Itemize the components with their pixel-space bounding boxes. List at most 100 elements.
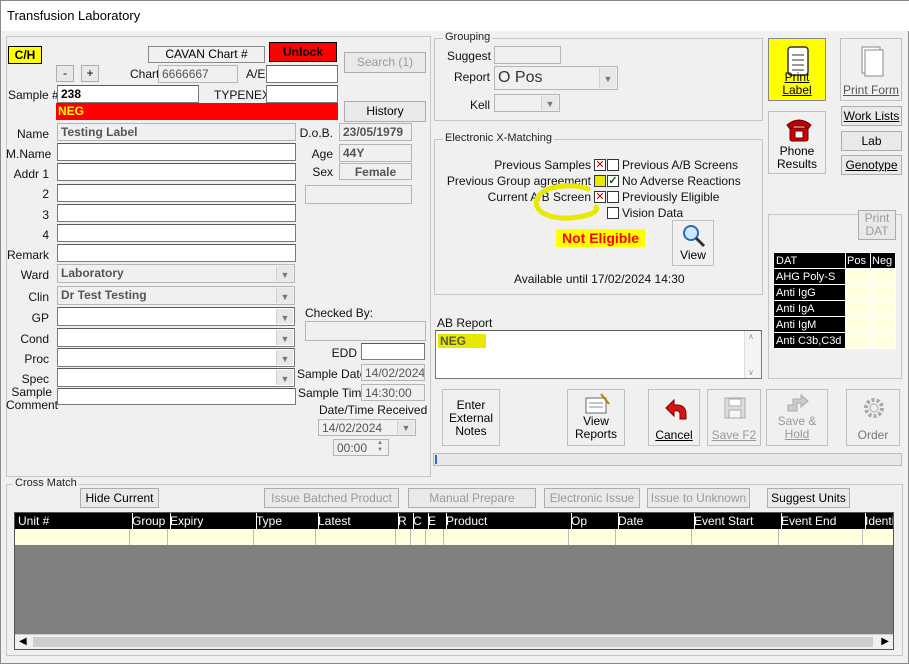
- clin-select[interactable]: Dr Test Testing ▼: [57, 286, 295, 305]
- order-button[interactable]: Order: [846, 389, 900, 446]
- sample-date-field[interactable]: 14/02/2024: [361, 364, 425, 381]
- scroll-left-icon[interactable]: ◀: [19, 636, 27, 647]
- cancel-button[interactable]: Cancel: [648, 389, 700, 446]
- cond-select[interactable]: ▼: [57, 328, 295, 347]
- addr3-label: 3: [42, 208, 49, 222]
- issue-batched-product-button[interactable]: Issue Batched Product: [264, 488, 399, 508]
- dat-pos-cell[interactable]: [845, 268, 871, 285]
- chevron-down-icon: ▼: [276, 330, 293, 345]
- edd-field[interactable]: [361, 343, 425, 360]
- typenex-field[interactable]: [266, 85, 338, 103]
- ae-field[interactable]: [266, 65, 338, 83]
- crossmatch-grid[interactable]: Unit # Group Expiry Type Latest R C E Pr…: [14, 512, 894, 650]
- remark-field[interactable]: [57, 244, 296, 262]
- column-header[interactable]: Product: [443, 513, 572, 529]
- checked-by-field[interactable]: [305, 321, 426, 341]
- ab-report-textarea[interactable]: NEG ∧ ∨: [435, 330, 762, 379]
- received-time-spinner[interactable]: 00:00 ▲ ▼: [333, 439, 389, 456]
- table-row[interactable]: [15, 529, 893, 545]
- dat-row: Anti IgA: [773, 300, 896, 317]
- unlock-button[interactable]: Unlock: [269, 42, 337, 62]
- dat-row-label: Anti IgM: [773, 316, 846, 333]
- scroll-right-icon[interactable]: ▶: [881, 636, 889, 647]
- kell-select[interactable]: ▼: [494, 94, 560, 112]
- decrement-button[interactable]: -: [56, 65, 74, 82]
- received-date-picker[interactable]: 14/02/2024 ▼: [318, 419, 416, 436]
- dat-neg-cell[interactable]: [870, 316, 896, 333]
- previous-ab-screens-checkbox[interactable]: [607, 159, 619, 171]
- issue-to-unknown-button[interactable]: Issue to Unknown: [647, 488, 750, 508]
- phone-icon: [786, 119, 812, 142]
- group-report-select[interactable]: O Pos ▼: [494, 66, 618, 90]
- column-header[interactable]: Expiry: [167, 513, 257, 529]
- horizontal-scrollbar[interactable]: ◀ ▶: [15, 634, 893, 649]
- site-badge: C/H: [8, 46, 42, 64]
- dat-pos-cell[interactable]: [845, 332, 871, 349]
- checked-by-label: Checked By:: [305, 306, 374, 320]
- chart-number-field[interactable]: 6666667: [158, 65, 238, 83]
- mname-field[interactable]: [57, 143, 296, 161]
- spec-select[interactable]: ▼: [57, 368, 295, 387]
- lab-button[interactable]: Lab: [841, 131, 902, 151]
- ab-report-scrollbar[interactable]: ∧ ∨: [744, 331, 761, 378]
- electronic-issue-button[interactable]: Electronic Issue: [544, 488, 640, 508]
- sample-number-field[interactable]: 238: [57, 85, 199, 103]
- print-label-button[interactable]: Print Label: [768, 38, 826, 101]
- search-button[interactable]: Search (1): [344, 52, 426, 73]
- previous-samples-label: Previous Samples: [494, 158, 591, 172]
- dat-row: AHG Poly-S: [773, 268, 896, 285]
- history-button[interactable]: History: [344, 101, 426, 122]
- column-header[interactable]: Group: [129, 513, 171, 529]
- dat-pos-cell[interactable]: [845, 300, 871, 317]
- sample-comment-field[interactable]: [57, 388, 296, 405]
- addr2-field[interactable]: [57, 184, 296, 202]
- dob-field[interactable]: 23/05/1979: [339, 123, 412, 141]
- dat-pos-cell[interactable]: [845, 316, 871, 333]
- dat-neg-cell[interactable]: [870, 300, 896, 317]
- column-header[interactable]: Op: [568, 513, 619, 529]
- phone-results-button[interactable]: Phone Results: [768, 111, 826, 174]
- age-field[interactable]: 44Y: [339, 144, 412, 162]
- work-lists-button[interactable]: Work Lists: [841, 106, 902, 126]
- genotype-button[interactable]: Genotype: [841, 155, 902, 175]
- sex-field[interactable]: Female: [339, 163, 412, 180]
- column-header[interactable]: Unit #: [15, 513, 133, 529]
- column-header[interactable]: Event Start: [691, 513, 782, 529]
- increment-button[interactable]: +: [81, 65, 99, 82]
- dat-pos-cell[interactable]: [845, 284, 871, 301]
- dat-neg-cell[interactable]: [870, 332, 896, 349]
- addr4-field[interactable]: [57, 224, 296, 242]
- scrollbar-thumb[interactable]: [33, 637, 873, 647]
- column-header[interactable]: Event End: [778, 513, 866, 529]
- save-and-hold-button[interactable]: Save & Hold: [766, 389, 828, 446]
- dat-neg-cell[interactable]: [870, 268, 896, 285]
- blank-display-box: [305, 185, 412, 204]
- proc-select[interactable]: ▼: [57, 348, 295, 367]
- exm-view-button[interactable]: View: [672, 220, 714, 266]
- print-dat-button[interactable]: Print DAT: [858, 210, 896, 240]
- previous-samples-checkbox[interactable]: ✕: [594, 159, 606, 171]
- addr3-field[interactable]: [57, 204, 296, 222]
- column-header[interactable]: Type: [253, 513, 319, 529]
- dat-header-cell: DAT: [773, 252, 846, 269]
- save-button[interactable]: Save F2: [707, 389, 761, 446]
- view-reports-button[interactable]: View Reports: [567, 389, 625, 446]
- sample-time-field[interactable]: 14:30:00: [361, 384, 425, 401]
- dat-neg-cell[interactable]: [870, 284, 896, 301]
- print-form-button[interactable]: Print Form: [840, 38, 902, 101]
- chart-system-label: CAVAN Chart #: [148, 46, 265, 63]
- dat-row: Anti IgM: [773, 316, 896, 333]
- addr1-field[interactable]: [57, 163, 296, 181]
- dat-row-label: Anti IgA: [773, 300, 846, 317]
- gp-select[interactable]: ▼: [57, 307, 295, 326]
- ward-select[interactable]: Laboratory ▼: [57, 264, 295, 283]
- column-header[interactable]: Date: [615, 513, 695, 529]
- column-header[interactable]: Identi: [862, 513, 893, 529]
- manual-prepare-button[interactable]: Manual Prepare: [408, 488, 536, 508]
- column-header[interactable]: Latest: [315, 513, 399, 529]
- hide-current-button[interactable]: Hide Current: [80, 488, 159, 508]
- suggest-units-button[interactable]: Suggest Units: [767, 488, 850, 508]
- dat-row-label: AHG Poly-S: [773, 268, 846, 285]
- enter-external-notes-button[interactable]: Enter External Notes: [442, 389, 500, 446]
- name-field[interactable]: Testing Label: [57, 123, 296, 141]
